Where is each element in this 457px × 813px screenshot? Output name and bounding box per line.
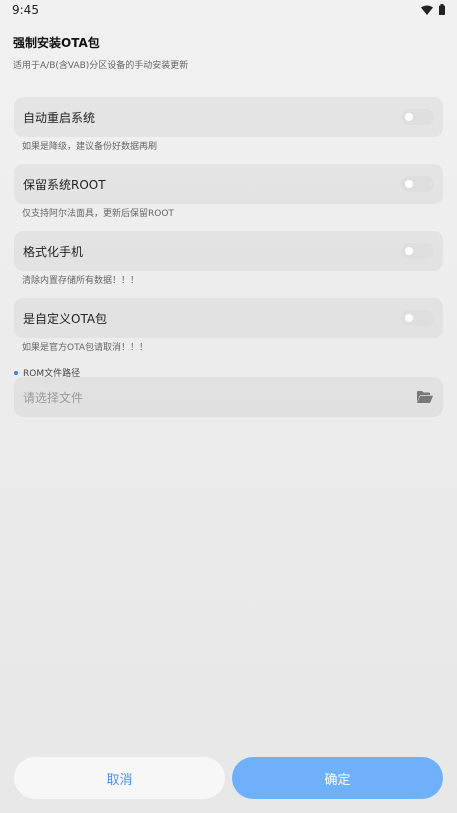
option-label: 是自定义OTA包 xyxy=(23,312,108,326)
status-time: 9:45 xyxy=(12,3,39,17)
confirm-button[interactable]: 确定 xyxy=(232,757,443,799)
option-hint: 如果是官方OTA包请取消！！！ xyxy=(22,343,149,353)
option-label: 格式化手机 xyxy=(23,245,84,259)
option-keep-root[interactable]: 保留系统ROOT xyxy=(14,164,443,204)
option-label: 自动重启系统 xyxy=(23,111,96,125)
status-bar: 9:45 xyxy=(0,0,457,22)
wifi-icon xyxy=(421,5,433,15)
option-hint: 如果是降级，建议备份好数据再刷 xyxy=(22,142,158,152)
battery-icon xyxy=(439,4,445,15)
rom-path-input[interactable]: 请选择文件 xyxy=(23,389,83,406)
toggle-knob xyxy=(405,113,413,121)
toggle-knob xyxy=(405,314,413,322)
toggle-knob xyxy=(405,180,413,188)
folder-open-icon[interactable] xyxy=(417,391,433,403)
page-subtitle: 适用于A/B(含VAB)分区设备的手动安装更新 xyxy=(13,61,189,71)
option-hint: 仅支持阿尔法面具，更新后保留ROOT xyxy=(22,209,174,219)
status-icons xyxy=(421,4,445,15)
toggle-knob xyxy=(405,247,413,255)
option-custom-ota[interactable]: 是自定义OTA包 xyxy=(14,298,443,338)
page-title: 强制安装OTA包 xyxy=(13,36,100,50)
auto-reboot-toggle[interactable] xyxy=(401,109,434,125)
custom-ota-toggle[interactable] xyxy=(401,310,434,326)
option-auto-reboot[interactable]: 自动重启系统 xyxy=(14,97,443,137)
keep-root-toggle[interactable] xyxy=(401,176,434,192)
required-dot xyxy=(14,370,18,375)
format-phone-toggle[interactable] xyxy=(401,243,434,259)
cancel-button[interactable]: 取消 xyxy=(14,757,225,799)
rom-path-field[interactable]: 请选择文件 xyxy=(14,377,443,417)
option-label: 保留系统ROOT xyxy=(23,178,106,192)
option-hint: 清除内置存储所有数据！！！ xyxy=(22,276,140,286)
option-format-phone[interactable]: 格式化手机 xyxy=(14,231,443,271)
